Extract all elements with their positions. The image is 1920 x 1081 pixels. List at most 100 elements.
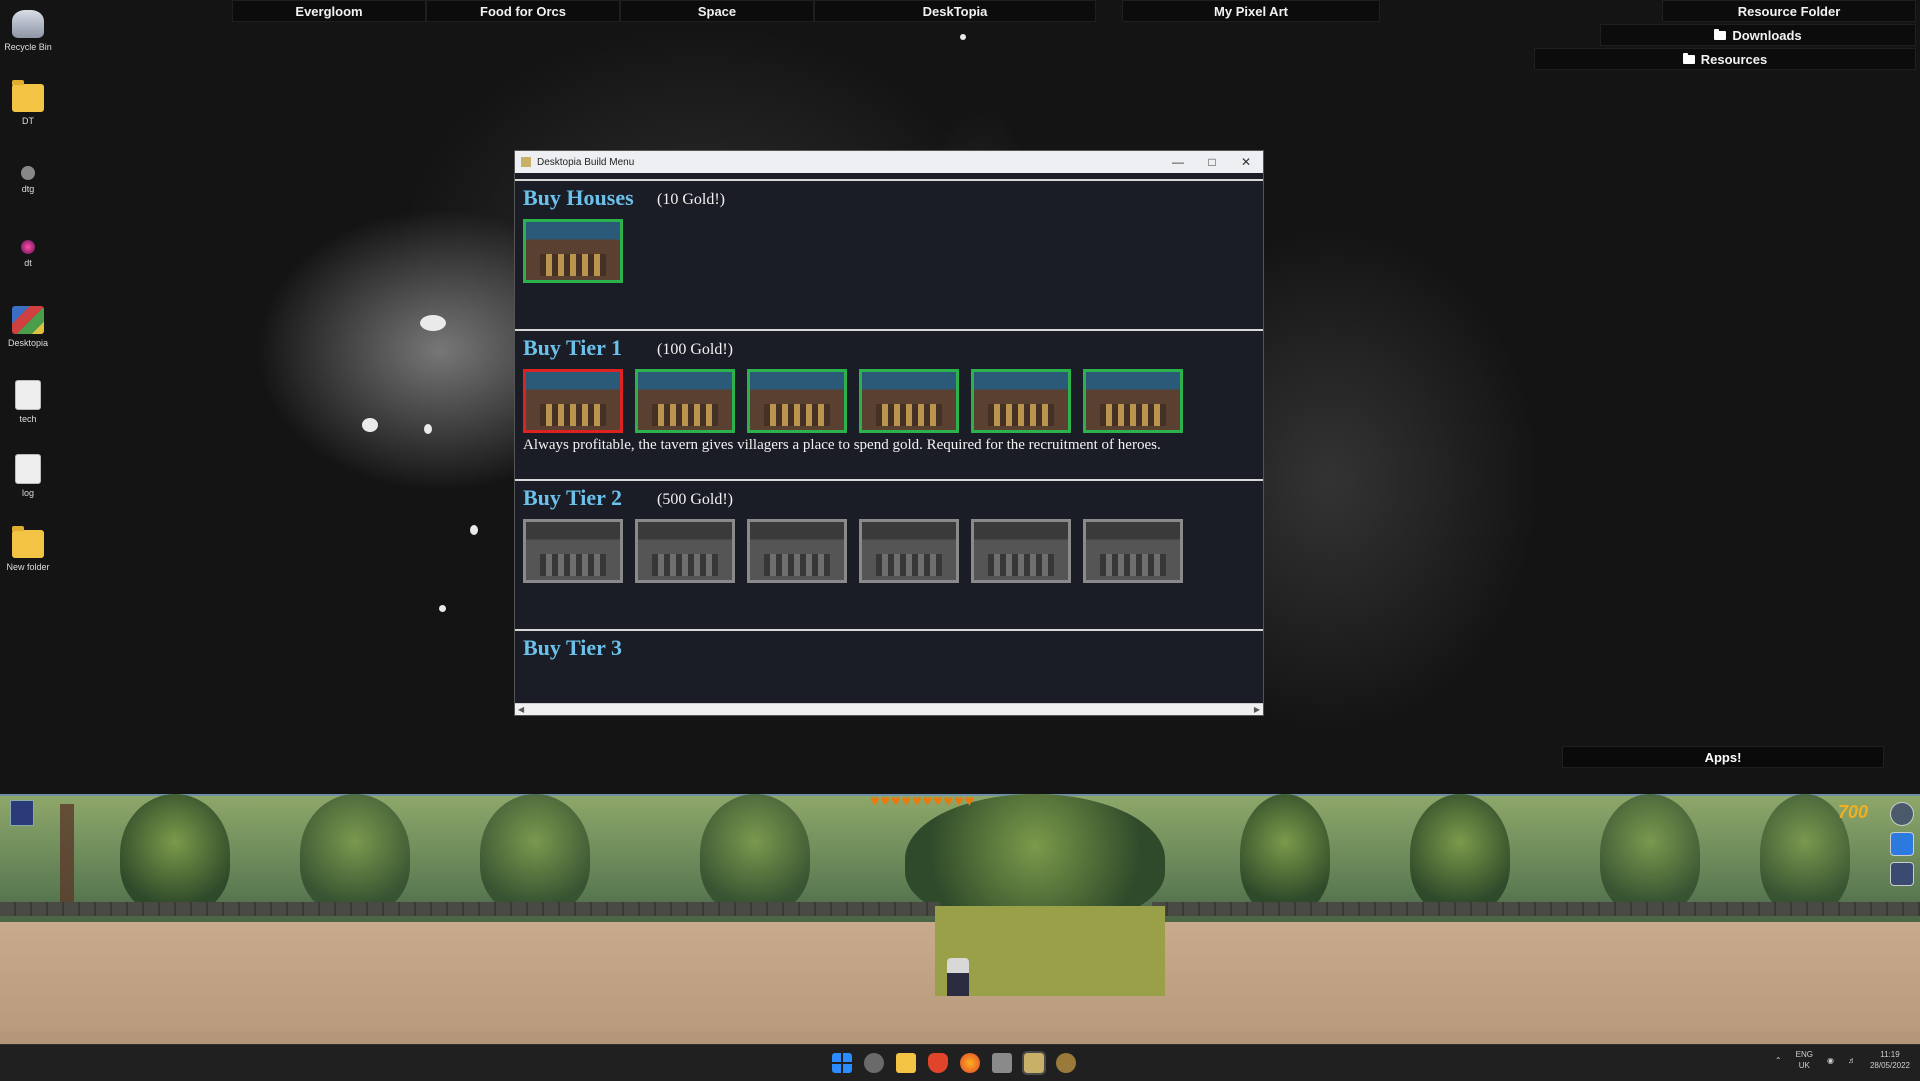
app-icon[interactable] bbox=[864, 1053, 884, 1073]
heart-icon: ♥ bbox=[912, 793, 922, 810]
maximize-button[interactable]: □ bbox=[1195, 155, 1229, 169]
folder-icon bbox=[1714, 28, 1727, 40]
desktopia-icon[interactable] bbox=[1022, 1051, 1046, 1075]
desktop-icon-label: dt bbox=[24, 258, 32, 268]
resources-button[interactable]: Resources bbox=[1534, 48, 1916, 70]
app-icon[interactable] bbox=[1056, 1053, 1076, 1073]
close-button[interactable]: ✕ bbox=[1229, 155, 1263, 169]
desktop-icon-recycle-bin[interactable]: Recycle Bin bbox=[0, 10, 56, 52]
section-buy-tier-3: Buy Tier 3 bbox=[515, 629, 1263, 711]
region-label: UK bbox=[1798, 1061, 1810, 1070]
space-rock bbox=[420, 315, 446, 331]
downloads-label: Downloads bbox=[1732, 27, 1802, 43]
my-pixel-art-button[interactable]: My Pixel Art bbox=[1122, 0, 1380, 22]
stone-wall bbox=[0, 902, 940, 916]
gold-counter: 700 bbox=[1838, 802, 1869, 822]
apps-button[interactable]: Apps! bbox=[1562, 746, 1884, 768]
scroll-icon[interactable] bbox=[10, 800, 34, 826]
horizontal-scrollbar[interactable]: ◀ ▶ bbox=[515, 703, 1263, 715]
space-rock bbox=[362, 418, 378, 432]
tier1-tile-4[interactable] bbox=[859, 369, 959, 433]
tier2-tile-3[interactable] bbox=[747, 519, 847, 583]
resources-label: Resources bbox=[1700, 51, 1768, 67]
section-title: Buy Tier 1 bbox=[523, 335, 623, 360]
tier2-tile-5[interactable] bbox=[971, 519, 1071, 583]
desktop-icon-dtg[interactable]: dtg bbox=[0, 158, 56, 194]
heart-icon: ♥ bbox=[870, 793, 880, 810]
build-menu-window: Desktopia Build Menu — □ ✕ Buy Houses (1… bbox=[514, 150, 1264, 716]
player-character bbox=[947, 958, 969, 996]
heart-icon: ♥ bbox=[891, 793, 901, 810]
heart-icon: ♥ bbox=[964, 793, 975, 810]
date-label: 28/05/2022 bbox=[1869, 1061, 1910, 1070]
file-explorer-icon[interactable] bbox=[896, 1053, 916, 1073]
desktop-icon-label: dtg bbox=[21, 184, 35, 194]
tier2-tile-4[interactable] bbox=[859, 519, 959, 583]
firefox-icon[interactable] bbox=[960, 1053, 980, 1073]
tier1-tile-3[interactable] bbox=[747, 369, 847, 433]
window-titlebar[interactable]: Desktopia Build Menu — □ ✕ bbox=[515, 151, 1263, 173]
speaker-icon[interactable]: ♬ bbox=[1848, 1056, 1856, 1065]
section-price: (10 Gold!) bbox=[657, 191, 725, 208]
language-label: ENG bbox=[1795, 1050, 1813, 1059]
house-tile[interactable] bbox=[523, 219, 623, 283]
section-price: (500 Gold!) bbox=[657, 491, 733, 508]
downloads-button[interactable]: Downloads bbox=[1600, 24, 1916, 46]
heart-icon: ♥ bbox=[901, 793, 912, 810]
tab-desktopia[interactable]: DeskTopia bbox=[814, 0, 1096, 22]
chevron-up-icon[interactable]: ⌃ bbox=[1775, 1056, 1782, 1065]
tier2-tile-2[interactable] bbox=[635, 519, 735, 583]
resource-folder-button[interactable]: Resource Folder bbox=[1662, 0, 1916, 22]
folder-icon bbox=[12, 80, 44, 112]
tree bbox=[1240, 794, 1330, 914]
scroll-left-icon[interactable]: ◀ bbox=[518, 705, 524, 714]
document-icon bbox=[15, 380, 41, 410]
tier1-tile-5[interactable] bbox=[971, 369, 1071, 433]
tree bbox=[1410, 794, 1510, 914]
taskbar: ⌃ ENG UK ◉ ♬ 11:19 28/05/2022 bbox=[0, 1044, 1920, 1081]
wifi-icon[interactable]: ◉ bbox=[1827, 1056, 1834, 1065]
game-scene bbox=[0, 794, 1920, 1044]
desktop-icon-label: Desktopia bbox=[7, 338, 49, 348]
desktop-icon-label: DT bbox=[22, 116, 34, 126]
clock-icon[interactable] bbox=[1890, 802, 1914, 826]
tier1-tile-2[interactable] bbox=[635, 369, 735, 433]
tree bbox=[300, 794, 410, 914]
app-icon[interactable] bbox=[992, 1053, 1012, 1073]
tab-space[interactable]: Space bbox=[620, 0, 814, 22]
space-rock bbox=[439, 605, 446, 612]
desktop-icon-desktopia[interactable]: Desktopia bbox=[0, 306, 56, 348]
desktop-icon-new-folder[interactable]: New folder bbox=[0, 526, 56, 572]
tier2-tile-1[interactable] bbox=[523, 519, 623, 583]
taskbar-apps bbox=[832, 1051, 1076, 1075]
tier1-tile-tavern[interactable] bbox=[523, 369, 623, 433]
desktop-icon-log[interactable]: log bbox=[0, 454, 56, 498]
tab-food-for-orcs[interactable]: Food for Orcs bbox=[426, 0, 620, 22]
section-title: Buy Tier 3 bbox=[523, 635, 623, 660]
desktop-icon-dt[interactable]: dt bbox=[0, 232, 56, 268]
grass-patch bbox=[935, 906, 1165, 996]
menu-icon[interactable] bbox=[1890, 862, 1914, 886]
start-icon[interactable] bbox=[832, 1053, 852, 1073]
desktop-icon-label: log bbox=[21, 488, 34, 498]
archive-icon bbox=[12, 306, 44, 334]
tree bbox=[700, 794, 810, 914]
tab-evergloom[interactable]: Evergloom bbox=[232, 0, 426, 22]
brave-browser-icon[interactable] bbox=[928, 1053, 948, 1073]
health-hearts: ♥ ♥ ♥ ♥ ♥ ♥ ♥ ♥ ♥ ♥ bbox=[870, 794, 974, 810]
tier2-tile-6[interactable] bbox=[1083, 519, 1183, 583]
minimize-button[interactable]: — bbox=[1161, 155, 1195, 169]
language-indicator[interactable]: ENG UK bbox=[1796, 1049, 1813, 1071]
desktop-icon-label: tech bbox=[19, 414, 37, 424]
heart-icon: ♥ bbox=[922, 793, 933, 810]
desktop-icon-dt-folder[interactable]: DT bbox=[0, 80, 56, 126]
recycle-bin-icon bbox=[12, 10, 44, 38]
tier1-tile-6[interactable] bbox=[1083, 369, 1183, 433]
folder-icon bbox=[1682, 52, 1695, 64]
scroll-right-icon[interactable]: ▶ bbox=[1254, 705, 1260, 714]
document-icon bbox=[15, 454, 41, 484]
build-icon[interactable] bbox=[1890, 832, 1914, 856]
desktop-icon-tech[interactable]: tech bbox=[0, 380, 56, 424]
space-rock bbox=[960, 34, 966, 40]
clock[interactable]: 11:19 28/05/2022 bbox=[1870, 1049, 1910, 1071]
